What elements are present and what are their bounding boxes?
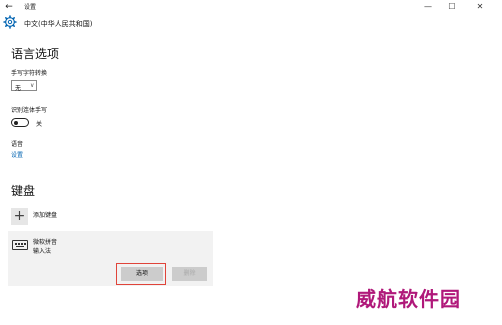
minimize-button[interactable]: — <box>420 1 436 13</box>
maximize-button[interactable]: ☐ <box>444 1 460 13</box>
keyboard-heading: 键盘 <box>11 184 36 198</box>
language-options-heading: 语言选项 <box>11 47 60 61</box>
toggle-knob <box>14 121 18 125</box>
recognize-cursive-label: 识别连体手写 <box>11 107 48 114</box>
keyboard-description: 输入法 <box>33 248 52 255</box>
plus-icon: + <box>13 208 26 224</box>
speech-label: 语音 <box>11 141 24 148</box>
gear-icon <box>3 15 17 29</box>
recognize-cursive-toggle[interactable] <box>11 118 29 127</box>
delete-button[interactable]: 删除 <box>172 267 207 281</box>
add-keyboard-label[interactable]: 添加键盘 <box>33 210 57 219</box>
highlight-box <box>116 263 166 285</box>
back-arrow-icon[interactable]: ← <box>3 1 15 13</box>
chevron-down-icon: ∨ <box>30 82 35 89</box>
keyboard-icon <box>12 240 28 250</box>
select-value: 无 <box>15 85 22 92</box>
keyboard-list-item[interactable]: 微软拼音 输入法 选项 删除 <box>8 231 213 286</box>
keyboard-name: 微软拼音 <box>33 239 58 246</box>
speech-settings-link[interactable]: 设置 <box>11 150 23 159</box>
handwriting-convert-label: 手写字符转换 <box>11 70 48 77</box>
window-title: 设置 <box>24 4 37 11</box>
watermark-text: 威航软件园 <box>356 287 461 311</box>
add-keyboard-button[interactable]: + <box>11 208 28 225</box>
toggle-state-label: 关 <box>36 121 43 128</box>
handwriting-convert-select[interactable]: 无 ∨ <box>11 80 37 92</box>
close-button[interactable]: ✕ <box>472 1 488 13</box>
page-header-title: 中文(中华人民共和国) <box>24 20 93 28</box>
